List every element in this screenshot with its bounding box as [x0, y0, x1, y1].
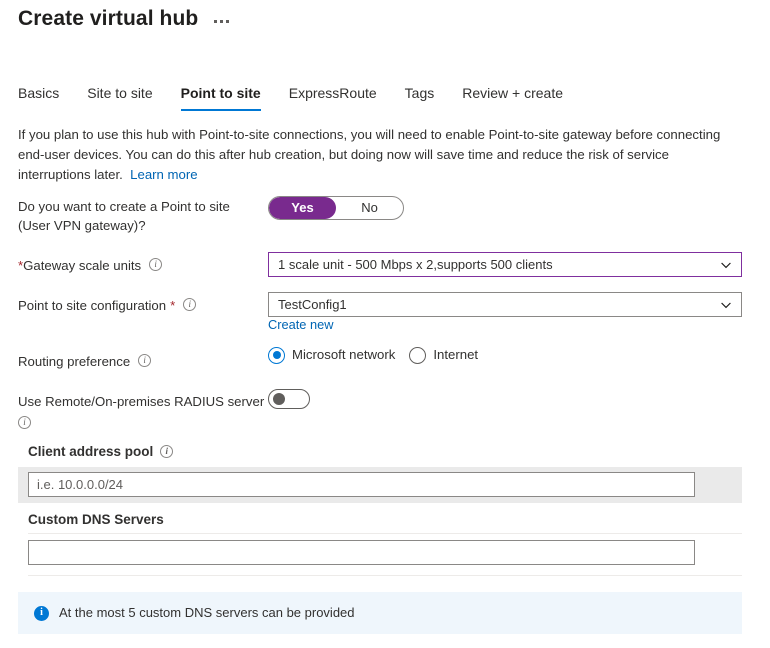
client-address-pool-label-row: Client address pool i [28, 442, 174, 461]
radio-microsoft-network[interactable]: Microsoft network [268, 346, 395, 364]
tab-expressroute[interactable]: ExpressRoute [275, 84, 391, 111]
radio-internet[interactable]: Internet [409, 346, 478, 364]
radio-internet-label: Internet [433, 347, 479, 362]
divider-top [28, 533, 742, 534]
client-address-pool-input[interactable] [28, 472, 695, 497]
create-new-link[interactable]: Create new [268, 317, 333, 333]
learn-more-link[interactable]: Learn more [130, 167, 197, 182]
info-icon[interactable]: i [18, 416, 31, 429]
routing-preference-label-row: Routing preference i [18, 352, 152, 371]
tab-site-to-site[interactable]: Site to site [73, 84, 166, 111]
radius-server-label-group: Use Remote/On-premises RADIUS server i [18, 392, 268, 430]
toggle-knob [273, 393, 285, 405]
create-p2s-toggle[interactable]: Yes No [268, 196, 404, 220]
create-p2s-label-line1: Do you want to create a Point to site [18, 199, 230, 214]
gateway-scale-units-value: 1 scale unit - 500 Mbps x 2,supports 500… [278, 257, 553, 272]
chevron-down-icon [720, 259, 732, 271]
client-address-pool-label: Client address pool [28, 444, 154, 459]
custom-dns-servers-label: Custom DNS Servers [28, 512, 164, 527]
p2s-configuration-value: TestConfig1 [278, 297, 347, 312]
tab-point-to-site[interactable]: Point to site [167, 84, 275, 111]
info-filled-icon: i [34, 605, 49, 621]
routing-preference-radio-group: Microsoft network Internet [268, 346, 478, 364]
gateway-scale-units-label-row: * Gateway scale units i [18, 256, 163, 275]
p2s-configuration-dropdown[interactable]: TestConfig1 [268, 292, 742, 317]
radius-server-label: Use Remote/On-premises RADIUS server [18, 394, 265, 409]
required-asterisk: * [170, 298, 176, 313]
intro-text: If you plan to use this hub with Point-t… [18, 127, 721, 182]
p2s-configuration-label: Point to site configuration [18, 298, 167, 313]
tab-review-create[interactable]: Review + create [448, 84, 577, 111]
chevron-down-icon [720, 299, 732, 311]
gateway-scale-units-dropdown[interactable]: 1 scale unit - 500 Mbps x 2,supports 500… [268, 252, 742, 277]
routing-preference-label: Routing preference [18, 354, 131, 369]
tab-basics[interactable]: Basics [18, 84, 73, 111]
more-options-icon[interactable] [212, 14, 231, 25]
gateway-scale-units-label-group: * Gateway scale units i [18, 256, 163, 275]
tab-bar: Basics Site to site Point to site Expres… [18, 84, 577, 111]
info-banner: i At the most 5 custom DNS servers can b… [18, 592, 742, 634]
radio-dot-icon [268, 346, 285, 364]
radius-server-toggle[interactable] [268, 389, 310, 409]
divider-bottom [28, 575, 742, 576]
create-p2s-option-no[interactable]: No [336, 197, 403, 219]
intro-paragraph: If you plan to use this hub with Point-t… [18, 125, 740, 185]
custom-dns-servers-input[interactable] [28, 540, 695, 565]
tab-tags[interactable]: Tags [391, 84, 449, 111]
dot [226, 19, 230, 23]
create-p2s-label-line2: (User VPN gateway)? [18, 218, 146, 233]
info-icon[interactable]: i [183, 298, 197, 311]
routing-preference-label-group: Routing preference i [18, 352, 152, 371]
dot [220, 19, 224, 23]
page-header: Create virtual hub [18, 5, 231, 33]
p2s-configuration-label-group: Point to site configuration * i [18, 296, 197, 315]
radio-microsoft-network-label: Microsoft network [292, 347, 396, 362]
info-icon[interactable]: i [160, 445, 174, 458]
create-p2s-label: Do you want to create a Point to site (U… [18, 197, 230, 235]
create-p2s-option-yes[interactable]: Yes [269, 197, 336, 219]
info-icon[interactable]: i [149, 258, 163, 271]
dot [214, 19, 218, 23]
radio-dot-icon [409, 346, 427, 364]
custom-dns-servers-label-row: Custom DNS Servers [28, 510, 164, 529]
p2s-configuration-label-row: Point to site configuration * i [18, 296, 197, 315]
page-title: Create virtual hub [18, 7, 199, 30]
gateway-scale-units-label: Gateway scale units [23, 258, 142, 273]
radius-server-label-row: Use Remote/On-premises RADIUS server i [18, 392, 268, 430]
info-icon[interactable]: i [138, 354, 152, 367]
info-banner-text: At the most 5 custom DNS servers can be … [59, 605, 355, 620]
create-p2s-label-group: Do you want to create a Point to site (U… [18, 197, 258, 235]
